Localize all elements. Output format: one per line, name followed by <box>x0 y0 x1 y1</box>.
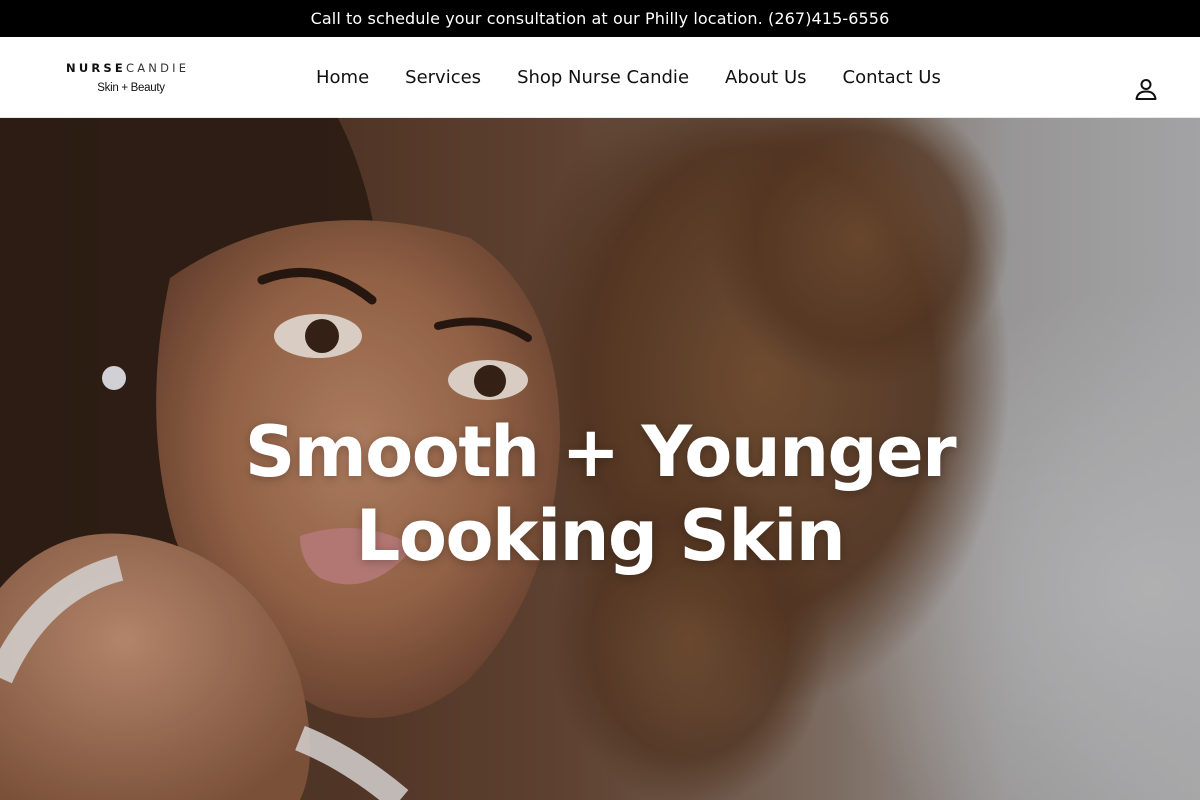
logo-word-bold: NURSE <box>66 61 126 75</box>
logo-tagline: Skin + Beauty <box>97 82 165 94</box>
nav-home[interactable]: Home <box>298 61 387 94</box>
hero-banner: Smooth + Younger Looking Skin <box>0 118 1200 800</box>
nav-shop[interactable]: Shop Nurse Candie <box>499 61 707 94</box>
nav-services[interactable]: Services <box>387 61 499 94</box>
announcement-text: Call to schedule your consultation at ou… <box>310 9 890 28</box>
site-logo[interactable]: NURSECANDIE Skin + Beauty <box>66 61 198 101</box>
account-user-icon[interactable] <box>1132 75 1160 103</box>
hero-title: Smooth + Younger Looking Skin <box>244 411 957 577</box>
main-nav: Home Services Shop Nurse Candie About Us… <box>298 59 959 95</box>
site-header: NURSECANDIE Skin + Beauty Home Services … <box>0 37 1200 118</box>
nav-about-us[interactable]: About Us <box>707 61 825 94</box>
logo-wordmark: NURSECANDIE <box>66 61 198 75</box>
logo-word-light: CANDIE <box>125 61 190 75</box>
nav-contact-us[interactable]: Contact Us <box>825 61 959 94</box>
announcement-bar: Call to schedule your consultation at ou… <box>0 0 1200 37</box>
